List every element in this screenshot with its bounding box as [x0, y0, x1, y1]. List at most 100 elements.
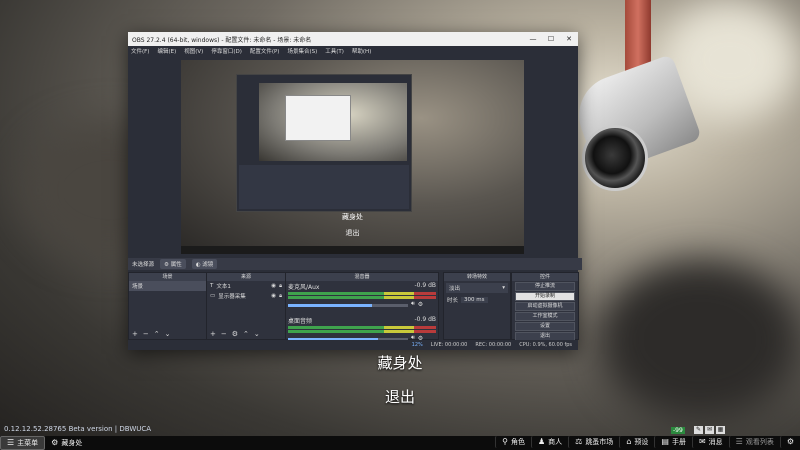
transitions-dock: 转场特效 淡出 ▾ 时长 300 ms: [443, 272, 511, 340]
tab-label: 跳蚤市场: [585, 438, 614, 446]
hideout-icon: ⌂: [626, 437, 632, 446]
audio-meter: [288, 330, 436, 333]
move-up-button[interactable]: ⌃: [243, 330, 249, 338]
track-db: -0.9 dB: [414, 282, 436, 289]
settings-icon: ⚙: [786, 437, 794, 446]
lock-icon[interactable]: 🔒︎: [279, 283, 282, 290]
grid-icon[interactable]: ▦: [716, 426, 725, 434]
main-menu-tab[interactable]: ☰ 主菜单: [0, 436, 46, 450]
audio-meter: [288, 326, 436, 329]
handbook-icon: ▤: [661, 437, 669, 446]
security-camera-image: [567, 0, 710, 220]
move-down-button[interactable]: ⌄: [165, 330, 171, 338]
gear-icon[interactable]: ⚙: [418, 301, 423, 308]
menu-icon: ☰: [7, 438, 15, 447]
eye-icon[interactable]: ◉: [271, 283, 276, 289]
duration-input[interactable]: 300 ms: [461, 297, 488, 303]
tab-label: 藏身处: [61, 439, 83, 447]
cpu-status: CPU: 0.9%, 60.00 fps: [519, 342, 572, 348]
menu-docks[interactable]: 停靠窗口(D): [211, 47, 242, 55]
hideout-text[interactable]: 藏身处: [0, 352, 800, 373]
status-icons: ✎ ✉ ▦: [694, 426, 725, 434]
maximize-button[interactable]: ☐: [542, 35, 560, 43]
properties-button[interactable]: ⚙ 属性: [160, 259, 186, 269]
mixer-header: 混音器: [286, 273, 438, 281]
controls-dock: 控件 停止推流 开始录制 启动虚拟摄像机 工作室模式 设置 退出: [511, 272, 579, 341]
tab-label: 角色: [510, 438, 525, 446]
track-db: -0.9 dB: [414, 316, 436, 323]
controls-header: 控件: [512, 273, 578, 281]
obs-title: OBS 27.2.4 (64-bit, windows) - 配置文件: 未命名…: [132, 36, 312, 44]
remove-scene-button[interactable]: −: [143, 330, 149, 338]
chevron-down-icon: ▾: [502, 285, 505, 291]
menu-scene-collection[interactable]: 场景集合(S): [287, 47, 317, 55]
mail-icon[interactable]: ✉: [705, 426, 714, 434]
menu-profile[interactable]: 配置文件(P): [250, 47, 280, 55]
watchlist-tab[interactable]: ☰ 观看列表: [728, 436, 780, 448]
virtual-camera-button[interactable]: 启动虚拟摄像机: [515, 302, 575, 311]
preview-taskbar: [181, 246, 524, 254]
volume-slider[interactable]: [288, 304, 408, 307]
sources-dock: 来源 T 文本1 ◉ 🔒︎ ▭ 显示器采集 ◉ 🔒︎ + − ⚙ ⌃ ⌄: [206, 272, 286, 340]
live-status: LIVE: 00:00:00: [430, 342, 468, 348]
tab-label: 手册: [671, 438, 686, 446]
preview-text-exit: 退出: [345, 229, 360, 237]
character-tab[interactable]: ⚲ 角色: [495, 436, 531, 448]
notes-icon: ☰: [735, 437, 743, 446]
menu-help[interactable]: 帮助(H): [352, 47, 371, 55]
duration-label: 时长: [447, 298, 459, 304]
move-down-button[interactable]: ⌄: [254, 330, 260, 338]
game-bottom-bar: ☰ 主菜单 ⚙ 藏身处 ⚲ 角色 ♟ 商人 ⚖ 跳蚤市场 ⌂ 预设 ▤ 手册 ✉ 消息 ☰ 观…: [0, 436, 800, 450]
start-recording-button[interactable]: 开始录制: [515, 292, 575, 301]
add-source-button[interactable]: +: [210, 330, 216, 338]
obs-window[interactable]: OBS 27.2.4 (64-bit, windows) - 配置文件: 未命名…: [128, 32, 582, 350]
sources-footer: + − ⚙ ⌃ ⌄: [207, 329, 285, 339]
obs-statusbar: 12% LIVE: 00:00:00 REC: 00:00:00 CPU: 0.…: [128, 340, 578, 350]
move-up-button[interactable]: ⌃: [154, 330, 160, 338]
settings-button[interactable]: 设置: [515, 322, 575, 331]
messenger-tab[interactable]: ✉ 消息: [691, 436, 729, 448]
tab-label: 消息: [708, 438, 723, 446]
flea-market-tab[interactable]: ⚖ 跳蚤市场: [568, 436, 619, 448]
exit-text[interactable]: 退出: [0, 386, 800, 407]
close-button[interactable]: ✕: [560, 35, 578, 43]
obs-titlebar[interactable]: OBS 27.2.4 (64-bit, windows) - 配置文件: 未命名…: [128, 32, 578, 46]
transitions-header: 转场特效: [444, 273, 510, 281]
add-scene-button[interactable]: +: [132, 330, 138, 338]
obs-preview[interactable]: 藏身处 退出: [181, 60, 524, 254]
scenes-footer: + − ⌃ ⌄: [129, 329, 206, 339]
version-text: 0.12.12.52.28765 Beta version | DBWUCA: [4, 425, 152, 433]
scene-item[interactable]: 场景: [129, 281, 206, 291]
filters-button[interactable]: ◐ 滤镜: [191, 259, 218, 269]
pen-icon[interactable]: ✎: [694, 426, 703, 434]
monitor-source-icon: ▭: [210, 293, 216, 299]
menu-view[interactable]: 视图(V): [184, 47, 203, 55]
lock-icon[interactable]: 🔒︎: [279, 293, 282, 300]
source-settings-button[interactable]: ⚙: [232, 330, 238, 338]
nested-obs-preview: [236, 74, 412, 212]
menu-file[interactable]: 文件(F): [131, 47, 149, 55]
handbook-tab[interactable]: ▤ 手册: [654, 436, 692, 448]
speaker-icon[interactable]: 🔊︎: [411, 300, 415, 308]
source-item[interactable]: ▭ 显示器采集 ◉ 🔒︎: [207, 291, 285, 301]
eye-icon[interactable]: ◉: [271, 293, 276, 299]
scenes-dock: 场景 场景 + − ⌃ ⌄: [128, 272, 207, 340]
track-name: 麦克风/Aux: [288, 284, 320, 291]
stop-streaming-button[interactable]: 停止推流: [515, 282, 575, 291]
nested-dialog: [285, 95, 351, 141]
menu-tools[interactable]: 工具(T): [325, 47, 344, 55]
presets-tab[interactable]: ⌂ 预设: [619, 436, 654, 448]
gear-icon: ⚙: [164, 262, 169, 268]
source-item[interactable]: T 文本1 ◉ 🔒︎: [207, 281, 285, 291]
studio-mode-button[interactable]: 工作室模式: [515, 312, 575, 321]
transition-select[interactable]: 淡出 ▾: [446, 283, 508, 293]
menu-edit[interactable]: 编辑(E): [157, 47, 176, 55]
hideout-tab[interactable]: ⚙ 藏身处: [45, 437, 88, 449]
text-source-icon: T: [210, 283, 214, 289]
merchants-tab[interactable]: ♟ 商人: [530, 436, 568, 448]
flea-market-icon: ⚖: [575, 437, 583, 446]
minimize-button[interactable]: —: [524, 35, 542, 43]
remove-source-button[interactable]: −: [221, 330, 227, 338]
obs-menubar: 文件(F) 编辑(E) 视图(V) 停靠窗口(D) 配置文件(P) 场景集合(S…: [128, 46, 578, 56]
settings-tab[interactable]: ⚙: [779, 436, 800, 448]
